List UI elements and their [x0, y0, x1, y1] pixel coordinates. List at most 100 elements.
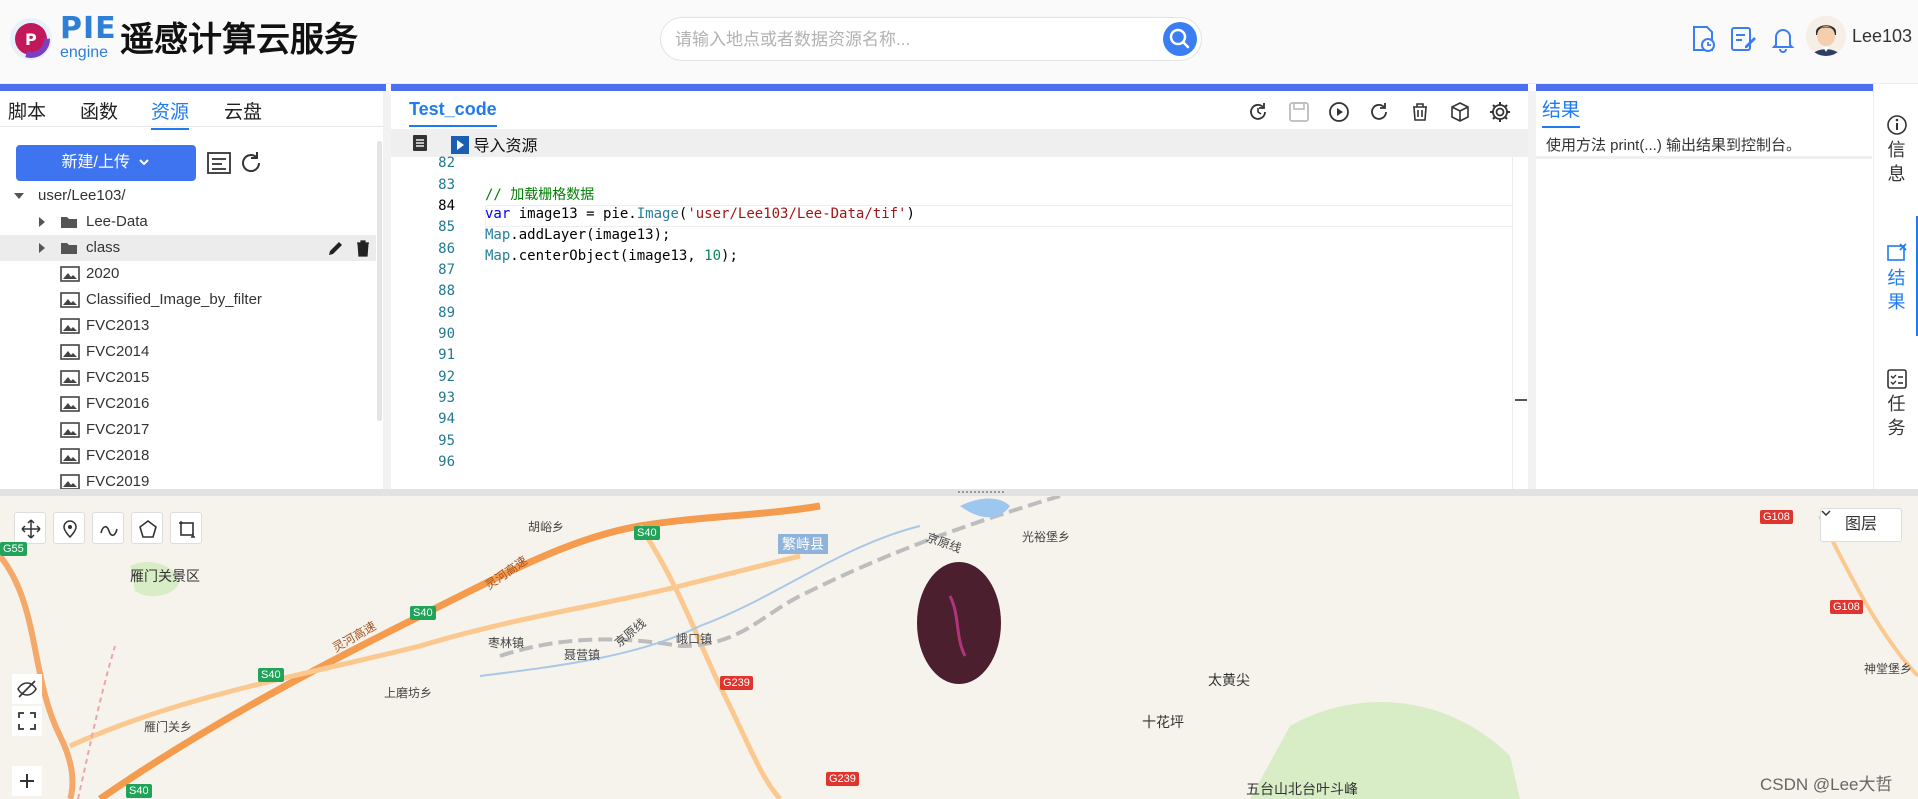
tree-file[interactable]: FVC2015 — [0, 365, 376, 391]
right-splitter[interactable] — [1528, 91, 1536, 489]
code-token: var — [485, 206, 511, 222]
import-resource-label: 导入资源 — [473, 138, 538, 155]
polygon-tool-button[interactable] — [131, 512, 163, 544]
tree-file[interactable]: FVC2019 — [0, 469, 376, 489]
tree-file[interactable]: FVC2014 — [0, 339, 376, 365]
place-label: 枣林镇 — [488, 636, 525, 650]
rail-results[interactable]: 结 果 — [1874, 242, 1918, 314]
search-input[interactable] — [675, 28, 1115, 52]
image-file-icon — [60, 396, 80, 412]
rail-tasks-char: 务 — [1887, 418, 1906, 438]
peak-label: 十花坪 — [1142, 714, 1184, 730]
image-file-icon — [60, 344, 80, 360]
tree-label: Lee-Data — [86, 213, 148, 230]
settings-icon[interactable] — [1487, 99, 1513, 125]
chevron-down-icon — [139, 159, 150, 166]
panel-tabs: 脚本 函数 资源 云盘 — [0, 91, 386, 130]
tree-file[interactable]: 2020 — [0, 261, 376, 287]
task-list-icon — [1886, 369, 1907, 389]
search-box — [660, 17, 1202, 61]
tree-folder[interactable]: Lee-Data — [0, 209, 376, 235]
map-splitter[interactable] — [0, 489, 1918, 496]
rail-info[interactable]: 信 息 — [1874, 114, 1918, 186]
line-number: 92 — [438, 369, 455, 385]
tree-file[interactable]: FVC2016 — [0, 391, 376, 417]
tab-resources[interactable]: 资源 — [151, 97, 190, 130]
tree-root[interactable]: user/Lee103/ — [0, 183, 376, 209]
code-token: image13 = pie. — [510, 206, 637, 222]
username[interactable]: Lee103 — [1852, 26, 1912, 47]
tree-label: FVC2018 — [86, 447, 150, 464]
tree-file[interactable]: FVC2018 — [0, 443, 376, 469]
tree-label: FVC2016 — [86, 395, 150, 412]
result-hint: 使用方法 print(...) 输出结果到控制台。 — [1546, 137, 1802, 154]
history-icon[interactable] — [1245, 99, 1271, 125]
pan-tool-button[interactable] — [14, 512, 46, 544]
delete-icon[interactable] — [354, 238, 372, 258]
line-number: 87 — [438, 262, 455, 278]
tab-cloud-disk[interactable]: 云盘 — [224, 97, 262, 124]
left-splitter[interactable] — [383, 91, 391, 489]
side-rail: 信 息 结 果 任 务 — [1873, 84, 1918, 489]
code-token: ) — [906, 206, 915, 222]
tree-label: user/Lee103/ — [38, 187, 126, 204]
marker-tool-button[interactable] — [53, 512, 85, 544]
fullscreen-icon — [18, 712, 36, 730]
rail-info-char: 息 — [1887, 164, 1906, 184]
hide-layer-button[interactable] — [12, 674, 42, 704]
run-icon[interactable] — [1326, 99, 1352, 125]
result-title[interactable]: 结果 — [1542, 95, 1581, 128]
refresh-icon[interactable] — [238, 150, 264, 176]
tree-label: 2020 — [86, 265, 120, 282]
filter-list-icon[interactable] — [206, 150, 232, 176]
edit-pencil-icon[interactable] — [326, 238, 346, 258]
code-editor-panel: Test_code 导入资源 82 83 84 85 86 87 88 89 9… — [391, 91, 1528, 489]
image-file-icon — [60, 448, 80, 464]
search-button[interactable] — [1163, 22, 1197, 56]
tree-file[interactable]: FVC2017 — [0, 417, 376, 443]
tree-file[interactable]: FVC2013 — [0, 313, 376, 339]
tab-functions[interactable]: 函数 — [80, 97, 118, 124]
app-title: 遥感计算云服务 — [120, 20, 358, 60]
fullscreen-button[interactable] — [12, 706, 42, 736]
route-shield: G108 — [1830, 600, 1863, 614]
rail-tasks-char: 任 — [1887, 394, 1906, 414]
line-number: 89 — [438, 305, 455, 321]
line-tool-button[interactable] — [92, 512, 124, 544]
script-tab[interactable]: Test_code — [409, 99, 497, 127]
rail-tasks[interactable]: 任 务 — [1874, 368, 1918, 440]
tree-file[interactable]: Classified_Image_by_filter — [0, 287, 376, 313]
edit-note-icon[interactable] — [1728, 24, 1758, 54]
code-line[interactable]: var image13 = pie.Image('user/Lee103/Lee… — [485, 206, 915, 222]
document-icon[interactable] — [411, 134, 429, 152]
folder-icon — [61, 243, 77, 254]
svg-text:P: P — [25, 30, 37, 49]
import-resource-button[interactable]: 导入资源 — [451, 132, 537, 156]
polyline-icon — [100, 525, 118, 537]
line-number: 84 — [438, 198, 455, 214]
layers-button[interactable]: 图层 — [1820, 508, 1902, 542]
avatar[interactable] — [1806, 16, 1846, 56]
tree-folder[interactable]: class — [0, 235, 376, 261]
map-view[interactable]: 图层 胡峪乡 雁门关景区 繁峙县 光裕堡乡 枣林镇 聂营镇 峨口镇 上磨坊乡 雁… — [0, 496, 1918, 799]
code-line[interactable]: Map.addLayer(image13); — [485, 227, 670, 243]
save-icon[interactable] — [1286, 99, 1312, 125]
image-file-icon — [60, 292, 80, 308]
code-line[interactable]: Map.centerObject(image13, 10); — [485, 248, 738, 264]
route-shield: S40 — [126, 784, 152, 798]
tree-label: FVC2017 — [86, 421, 150, 438]
editor-scrollbar[interactable] — [1512, 157, 1528, 489]
document-clock-icon[interactable] — [1688, 24, 1718, 54]
zoom-in-button[interactable] — [12, 766, 42, 796]
bell-icon[interactable] — [1768, 24, 1798, 54]
tree-scrollbar[interactable] — [377, 141, 382, 421]
rectangle-tool-button[interactable] — [170, 512, 202, 544]
code-line[interactable]: // 加载栅格数据 — [485, 184, 594, 204]
new-upload-button[interactable]: 新建/上传 — [16, 145, 196, 181]
cube-icon[interactable] — [1447, 99, 1473, 125]
reload-icon[interactable] — [1366, 99, 1392, 125]
chevron-down-icon — [1821, 510, 1831, 517]
trash-icon[interactable] — [1407, 99, 1433, 125]
line-number: 90 — [438, 326, 455, 342]
tab-scripts[interactable]: 脚本 — [8, 97, 46, 124]
